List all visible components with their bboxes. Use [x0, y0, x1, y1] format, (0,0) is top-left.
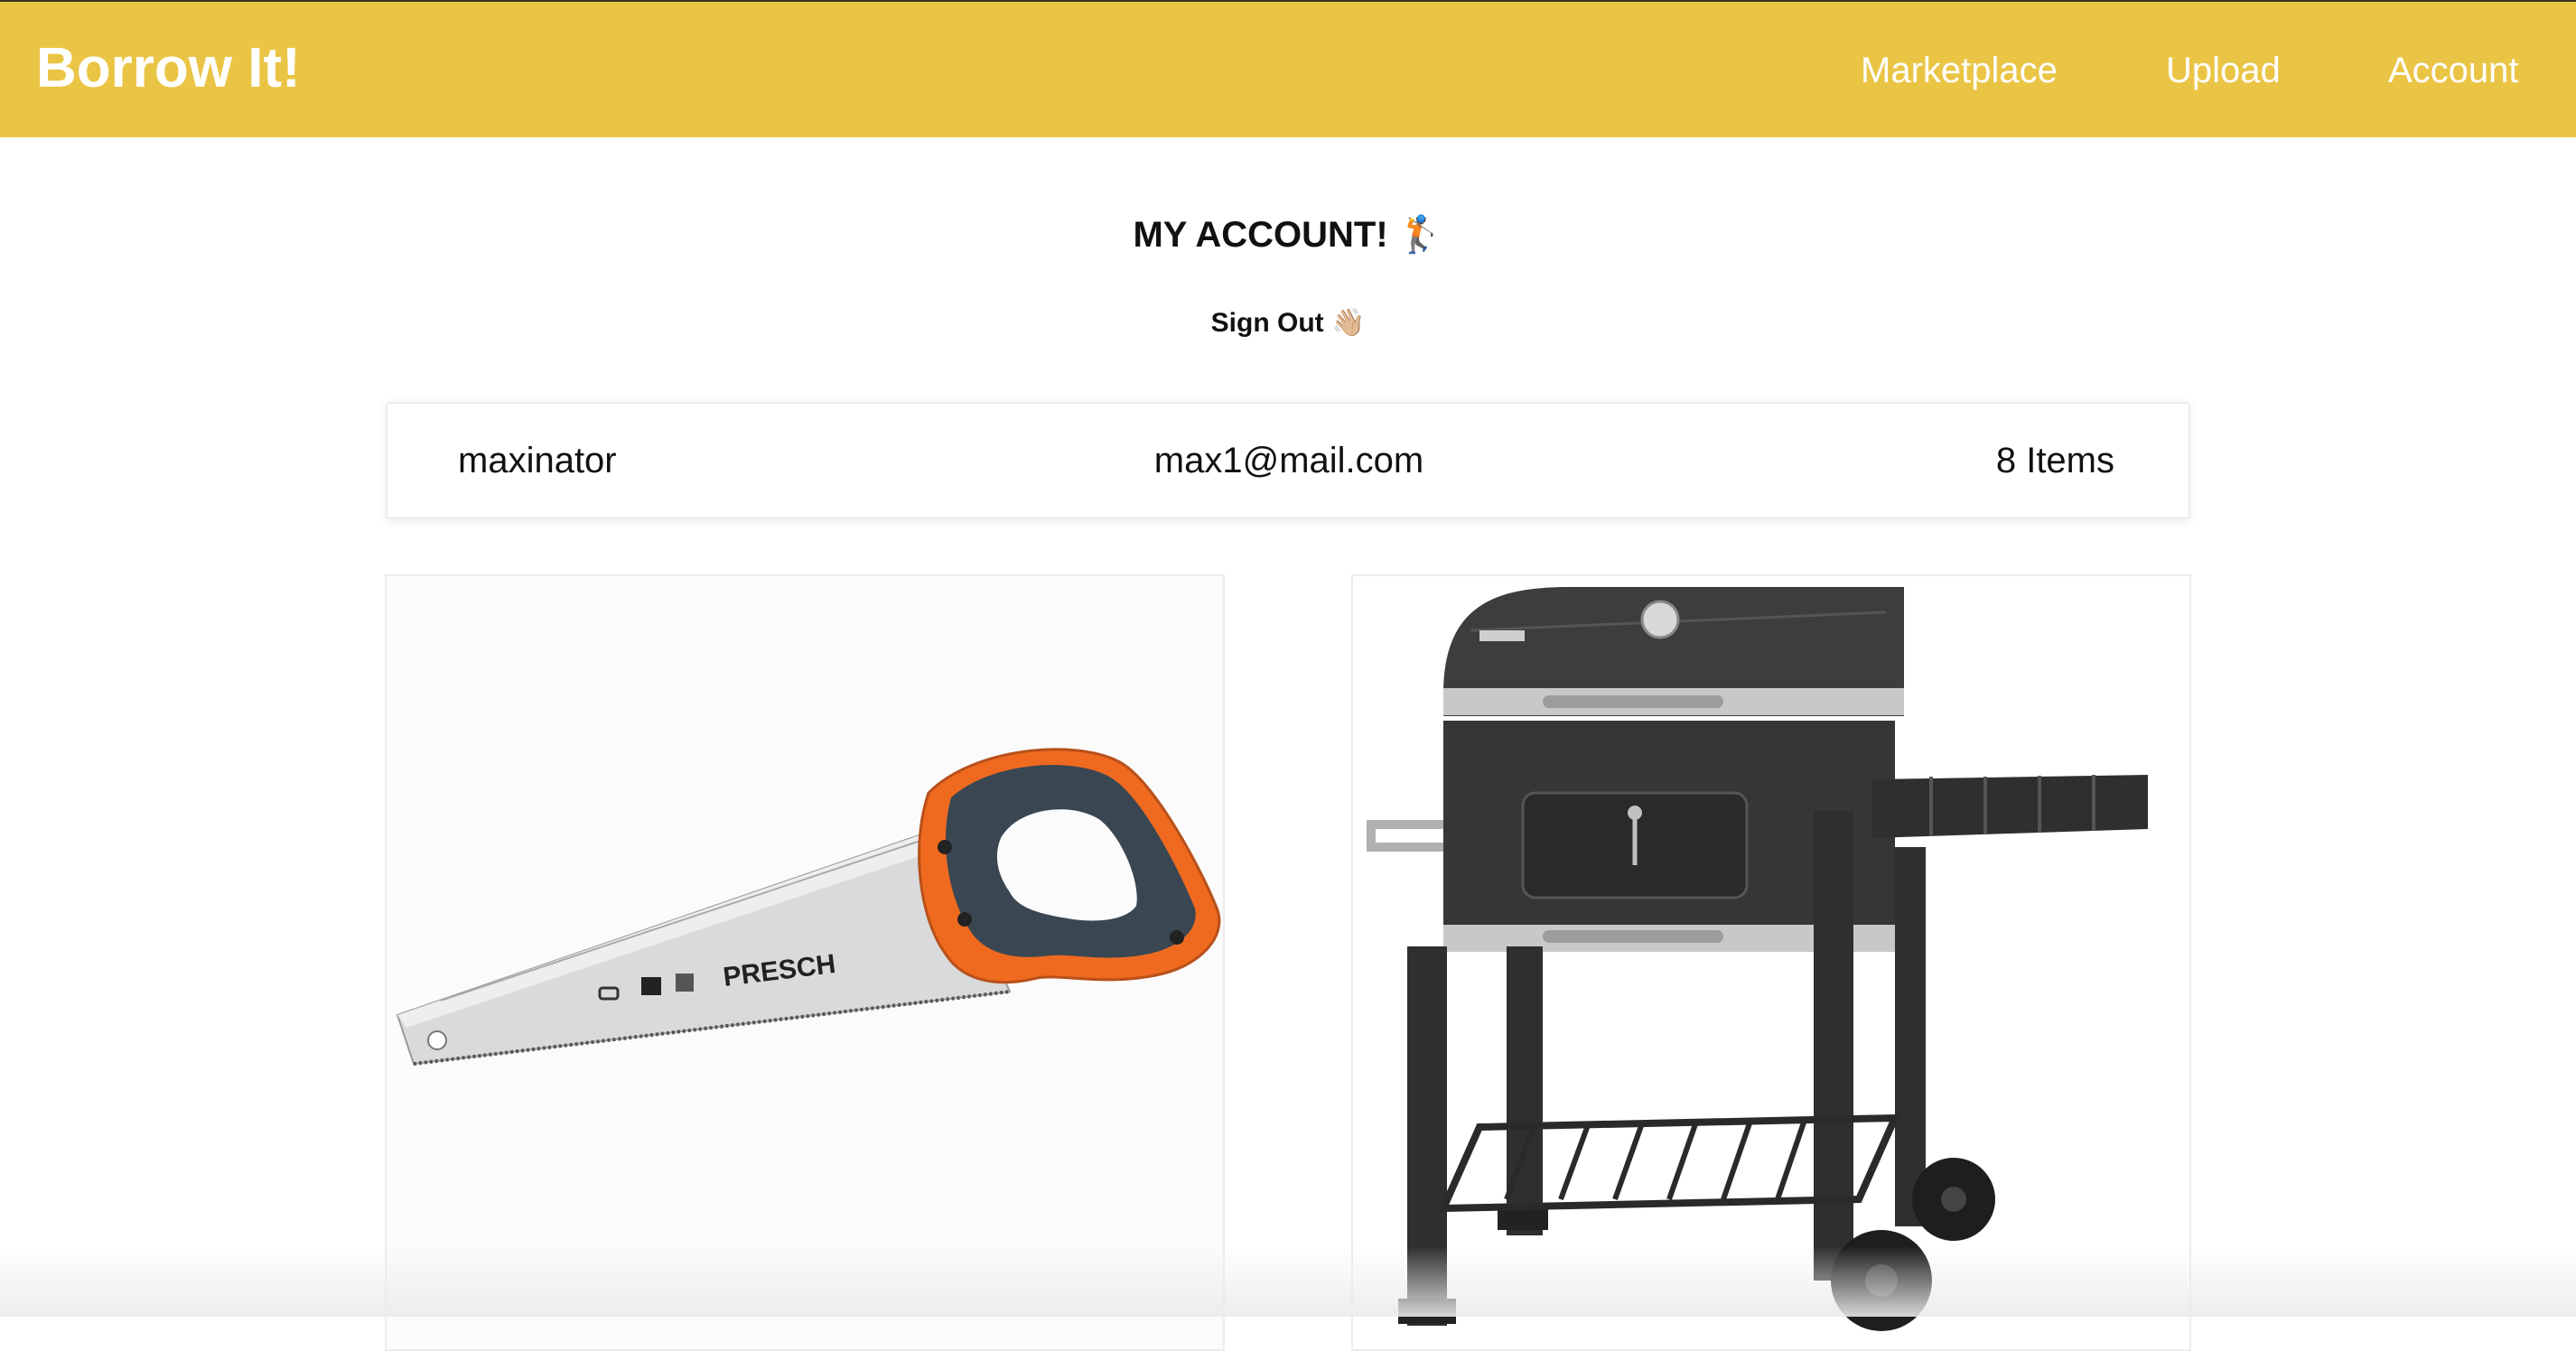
nav-marketplace-link[interactable]: Marketplace — [1861, 43, 2058, 98]
nav-upload-link[interactable]: Upload — [2166, 43, 2281, 98]
navbar: Borrow It! Marketplace Upload Account — [0, 0, 2576, 137]
item-card-hand-saw[interactable]: PRESCH — [385, 574, 1225, 1351]
hand-saw-image: PRESCH — [387, 576, 1223, 1349]
page-title: MY ACCOUNT! 🏌️ — [1133, 215, 1443, 255]
brand-logo[interactable]: Borrow It! — [36, 33, 301, 105]
account-info-card: maxinator max1@mail.com 8 Items — [387, 403, 2189, 518]
item-count-text: 8 Items — [1995, 441, 2114, 480]
item-card-charcoal-grill[interactable] — [1351, 574, 2191, 1351]
sign-out-button[interactable]: Sign Out 👋🏼 — [1211, 308, 1366, 338]
email-text: max1@mail.com — [1153, 441, 1424, 480]
sign-out-container: Sign Out 👋🏼 — [0, 303, 2576, 343]
charcoal-grill-image — [1353, 576, 2189, 1349]
nav-account-link[interactable]: Account — [2388, 43, 2519, 98]
